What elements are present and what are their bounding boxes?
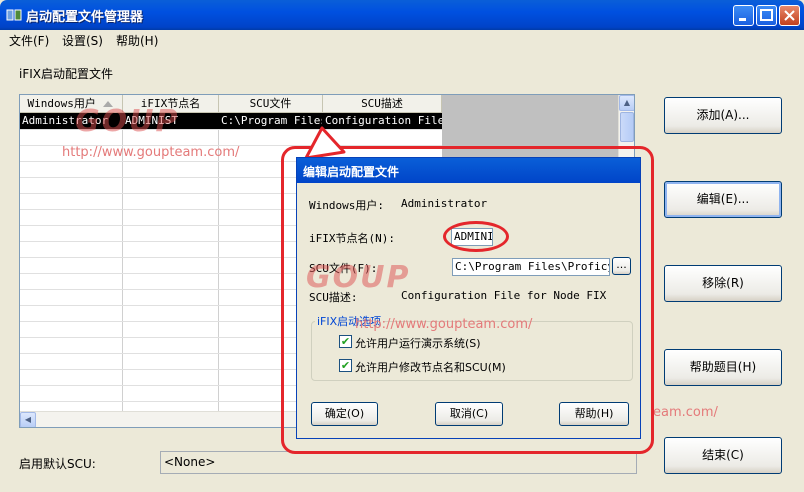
default-scu-select[interactable]: <None> bbox=[160, 451, 637, 474]
add-button[interactable]: 添加(A)... bbox=[664, 97, 782, 134]
close-button[interactable] bbox=[779, 5, 800, 26]
help-button[interactable]: 帮助(H) bbox=[559, 402, 629, 426]
close-icon bbox=[784, 10, 795, 21]
annotation-ellipse bbox=[443, 221, 509, 252]
allow-demo-label: 允许用户运行演示系统(S) bbox=[355, 337, 481, 350]
minimize-icon bbox=[739, 18, 746, 21]
watermark-url: eam.com/ bbox=[653, 405, 718, 420]
edit-profile-dialog: 编辑启动配置文件 Windows用户: Administrator iFIX节点… bbox=[296, 157, 641, 439]
dialog-title: 编辑启动配置文件 bbox=[303, 165, 400, 179]
windows-user-value: Administrator bbox=[401, 197, 488, 210]
edit-button[interactable]: 编辑(E)... bbox=[664, 181, 782, 218]
windows-user-label: Windows用户: bbox=[309, 199, 384, 212]
window-title: 启动配置文件管理器 bbox=[26, 10, 144, 25]
watermark-url: http://www.goupteam.com/ bbox=[62, 145, 240, 160]
ok-button[interactable]: 确定(O) bbox=[311, 402, 378, 426]
scroll-left-icon[interactable]: ◀ bbox=[20, 412, 36, 427]
allow-modify-label: 允许用户修改节点名和SCU(M) bbox=[355, 361, 506, 374]
list-section-label: iFIX启动配置文件 bbox=[19, 67, 113, 81]
scroll-thumb[interactable] bbox=[620, 112, 634, 142]
menu-settings[interactable]: 设置(S) bbox=[62, 32, 103, 49]
menu-bar: 文件(F) 设置(S) 帮助(H) bbox=[3, 30, 801, 49]
checkbox-checked-icon[interactable]: ✔ bbox=[339, 359, 352, 372]
node-name-label: iFIX节点名(N): bbox=[309, 232, 395, 245]
checkbox-checked-icon[interactable]: ✔ bbox=[339, 335, 352, 348]
watermark-brand: GOUP bbox=[306, 260, 411, 295]
help-topics-button[interactable]: 帮助题目(H) bbox=[664, 349, 782, 386]
maximize-icon bbox=[760, 9, 773, 21]
annotation-pointer bbox=[304, 126, 346, 160]
default-scu-label: 启用默认SCU: bbox=[19, 457, 96, 471]
minimize-button[interactable] bbox=[733, 5, 754, 26]
menu-help[interactable]: 帮助(H) bbox=[116, 32, 158, 49]
cancel-button[interactable]: 取消(C) bbox=[435, 402, 503, 426]
column-header-scu-file[interactable]: SCU文件 bbox=[219, 95, 323, 113]
scroll-up-icon[interactable]: ▲ bbox=[619, 95, 634, 111]
watermark-url: http://www.goupteam.com/ bbox=[355, 317, 533, 332]
menu-file[interactable]: 文件(F) bbox=[9, 32, 49, 49]
title-bar: 启动配置文件管理器 bbox=[0, 0, 804, 30]
app-icon bbox=[6, 9, 22, 21]
maximize-button[interactable] bbox=[756, 5, 777, 26]
column-header-scu-desc[interactable]: SCU描述 bbox=[323, 95, 442, 113]
remove-button[interactable]: 移除(R) bbox=[664, 265, 782, 302]
scu-file-input[interactable]: C:\Program Files\Proficy\P bbox=[452, 258, 610, 276]
scu-desc-value: Configuration File for Node FIX bbox=[401, 289, 607, 302]
dialog-title-bar: 编辑启动配置文件 bbox=[297, 158, 640, 183]
watermark-brand: GOUP bbox=[75, 104, 180, 139]
browse-button[interactable]: ... bbox=[612, 257, 631, 275]
finish-button[interactable]: 结束(C) bbox=[664, 437, 782, 474]
